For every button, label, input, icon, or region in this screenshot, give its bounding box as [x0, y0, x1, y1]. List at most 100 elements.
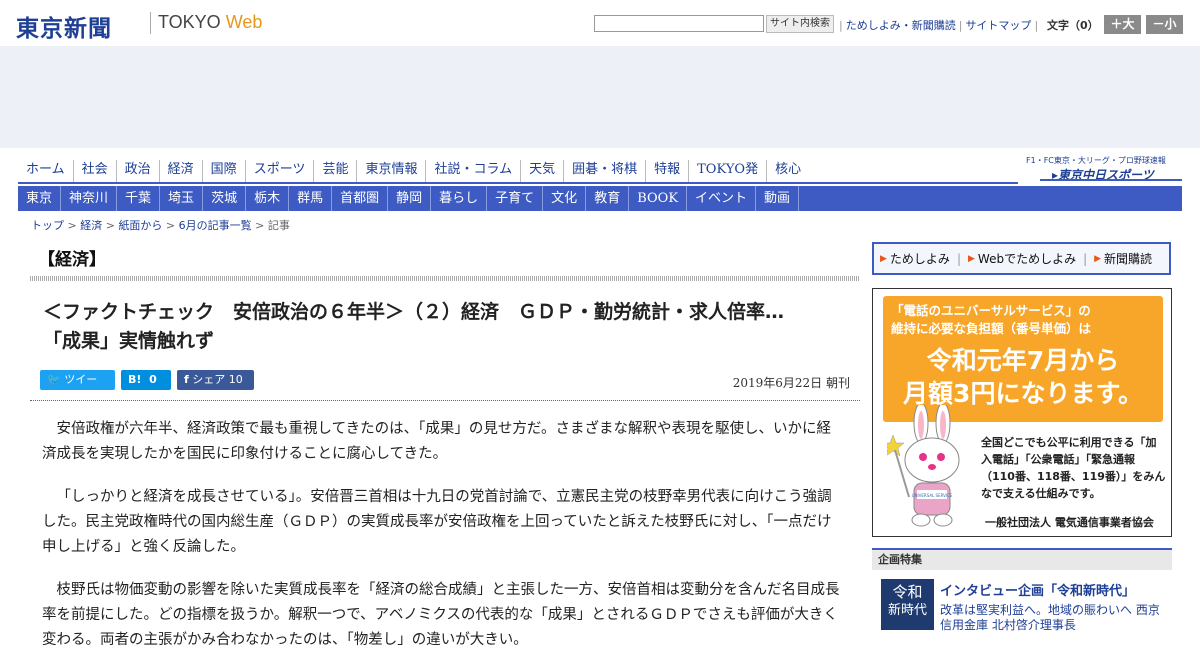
breadcrumb-separator: >: [64, 219, 81, 232]
feature-title-link[interactable]: インタビュー企画「令和新時代」: [940, 580, 1135, 599]
subnav-item-gunma[interactable]: 群馬: [289, 186, 333, 211]
breadcrumb-top[interactable]: トップ: [31, 219, 64, 232]
subnav-item-tokyo[interactable]: 東京: [18, 186, 62, 211]
subnav-item-video[interactable]: 動画: [756, 186, 800, 211]
subnav-item-culture[interactable]: 文化: [543, 186, 587, 211]
link-trial-read[interactable]: ためしよみ: [890, 250, 950, 267]
subnav-item-kanagawa[interactable]: 神奈川: [61, 186, 118, 211]
universal-service-ad[interactable]: 「電話のユニバーサルサービス」の 維持に必要な負担額（番号単価）は 令和元年7月…: [872, 288, 1172, 537]
nav-underline: [18, 182, 1018, 184]
subnav-item-tochigi[interactable]: 栃木: [246, 186, 290, 211]
subnav-item-shizuoka[interactable]: 静岡: [388, 186, 432, 211]
breadcrumb: トップ > 経済 > 紙面から > 6月の記事一覧 > 記事: [31, 217, 290, 233]
hatena-icon: B!: [128, 373, 142, 386]
breadcrumb-separator: >: [162, 219, 179, 232]
article-headline: ＜ファクトチェック 安倍政治の６年半＞（２）経済 ＧＤＰ・勤労統計・求人倍率… …: [43, 298, 843, 356]
feature-thumb-line-1: 令和: [892, 583, 923, 601]
article-divider: [30, 400, 860, 401]
subnav-item-event[interactable]: イベント: [687, 186, 757, 211]
triangle-icon: ▶: [967, 253, 975, 264]
font-larger-button[interactable]: ＋大: [1104, 15, 1141, 34]
logo-sub-b: Web: [225, 12, 263, 32]
subnav-item-parenting[interactable]: 子育て: [487, 186, 544, 211]
main-nav: ホーム 社会 政治 経済 国際 スポーツ 芸能 東京情報 社説・コラム 天気 囲…: [18, 160, 809, 183]
ad-top-line-2: 維持に必要な負担額（番号単価）は: [891, 321, 1092, 336]
nav-item-go-shogi[interactable]: 囲碁・将棋: [563, 160, 645, 183]
triangle-icon: ▶: [1094, 253, 1102, 264]
subnav-item-chiba[interactable]: 千葉: [117, 186, 161, 211]
feature-thumbnail[interactable]: 令和 新時代: [881, 579, 934, 630]
nav-item-tokuho[interactable]: 特報: [645, 160, 688, 183]
header-link-divider: |: [1034, 19, 1039, 32]
feature-header: 企画特集: [872, 548, 1172, 570]
breadcrumb-separator: >: [251, 219, 268, 232]
subnav-item-living[interactable]: 暮らし: [431, 186, 488, 211]
chunichi-underline: [1040, 179, 1182, 181]
logo-divider: [150, 12, 151, 34]
article-paragraph: 枝野氏は物価変動の影響を除いた実質成長率を「経済の総合成績」と主張した一方、安倍…: [42, 582, 840, 648]
chunichi-sports-tagline[interactable]: F1・FC東京・大リーグ・プロ野球速報: [1026, 155, 1166, 166]
breadcrumb-current: 記事: [267, 219, 290, 232]
nav-item-society[interactable]: 社会: [72, 160, 116, 183]
feature-description[interactable]: 改革は堅実利益へ。地域の賑わいへ 西京信用金庫 北村啓介理事長: [940, 603, 1170, 633]
regional-nav: 東京 神奈川 千葉 埼玉 茨城 栃木 群馬 首都圏 静岡 暮らし 子育て 文化 …: [18, 186, 1182, 211]
nav-item-entertainment[interactable]: 芸能: [313, 160, 356, 183]
nav-item-tokyo-info[interactable]: 東京情報: [356, 160, 425, 183]
font-smaller-button[interactable]: －小: [1146, 15, 1183, 34]
article-date: 2019年6月22日 朝刊: [732, 376, 850, 390]
search-input[interactable]: [594, 15, 764, 32]
nav-item-editorial[interactable]: 社説・コラム: [425, 160, 520, 183]
breadcrumb-print[interactable]: 紙面から: [118, 219, 162, 232]
link-trial-subscribe[interactable]: ためしよみ・新聞購読: [846, 19, 956, 32]
subnav-item-ibaraki[interactable]: 茨城: [203, 186, 247, 211]
feature-thumb-line-2: 新時代: [887, 603, 927, 618]
rabbit-mascot-icon: UNIVERSAL SERVICE: [887, 405, 960, 527]
ad-big-line-1: 令和元年7月から: [926, 346, 1120, 375]
twitter-bird-icon: 🐦: [47, 373, 61, 386]
header-link-divider: |: [839, 19, 843, 32]
link-web-trial-read[interactable]: Webでためしよみ: [978, 250, 1076, 267]
facebook-share-button[interactable]: f シェア 10: [177, 370, 254, 390]
ad-headline-box: 「電話のユニバーサルサービス」の 維持に必要な負担額（番号単価）は 令和元年7月…: [883, 296, 1163, 422]
triangle-icon: ▶: [880, 253, 887, 264]
subnav-item-book[interactable]: BOOK: [629, 186, 688, 211]
font-size-label: 文字（0）: [1047, 19, 1099, 32]
nav-item-weather[interactable]: 天気: [520, 160, 563, 183]
nav-item-home[interactable]: ホーム: [18, 160, 73, 183]
hatena-bookmark-button[interactable]: B! 0: [121, 370, 171, 390]
subnav-item-saitama[interactable]: 埼玉: [160, 186, 204, 211]
link-sitemap[interactable]: サイトマップ: [965, 19, 1031, 32]
breadcrumb-separator: >: [102, 219, 119, 232]
article-paragraph: 安倍政権が六年半、経済政策で最も重視してきたのは、「成果」の見せ方だ。さまざまな…: [42, 421, 831, 462]
nav-item-tokyo-hatsu[interactable]: TOKYO発: [688, 160, 766, 183]
subscribe-divider: |: [1083, 251, 1088, 266]
hatena-count: 0: [149, 373, 157, 386]
mascot-label: UNIVERSAL SERVICE: [912, 493, 953, 498]
ad-banner-area: [0, 46, 1200, 148]
tokyo-web-logo[interactable]: TOKYO Web: [158, 12, 262, 33]
facebook-icon: f: [184, 373, 189, 386]
nav-item-politics[interactable]: 政治: [115, 160, 159, 183]
site-header: 東京新聞 TOKYO Web サイト内検索 | ためしよみ・新聞購読 | サイトマップ…: [0, 0, 1200, 46]
header-links: | ためしよみ・新聞購読 | サイトマップ |: [836, 17, 1041, 33]
site-search-button[interactable]: サイト内検索: [766, 15, 834, 33]
nav-item-international[interactable]: 国際: [201, 160, 245, 183]
subnav-item-shutoken[interactable]: 首都圏: [332, 186, 389, 211]
subscribe-links: ▶ ためしよみ | ▶ Webでためしよみ | ▶ 新聞購読: [872, 242, 1171, 275]
tweet-button[interactable]: 🐦 ツイート: [40, 370, 115, 406]
facebook-share-count: 10: [228, 373, 243, 386]
site-logo[interactable]: 東京新聞: [16, 9, 112, 43]
ad-description: 全国どこでも公平に利用できる「加入電話」「公衆電話」「緊急通報（110番、118…: [981, 436, 1166, 500]
nav-item-kakushin[interactable]: 核心: [766, 160, 809, 183]
breadcrumb-month-list[interactable]: 6月の記事一覧: [179, 219, 252, 232]
nav-item-sports[interactable]: スポーツ: [244, 160, 314, 183]
nav-item-economy[interactable]: 経済: [158, 160, 202, 183]
breadcrumb-economy[interactable]: 経済: [80, 219, 102, 232]
logo-sub-a: TOKYO: [158, 12, 226, 32]
headline-line-2: 「成果」実情触れず: [43, 330, 215, 352]
ad-top-line-1: 「電話のユニバーサルサービス」の: [891, 303, 1091, 318]
article-paragraph: 「しっかりと経済を成長させている」。安倍晋三首相は十九日の党首討論で、立憲民主党…: [42, 489, 832, 555]
subnav-item-education[interactable]: 教育: [586, 186, 630, 211]
subscribe-divider: |: [956, 251, 961, 266]
link-subscribe[interactable]: 新聞購読: [1104, 250, 1152, 267]
